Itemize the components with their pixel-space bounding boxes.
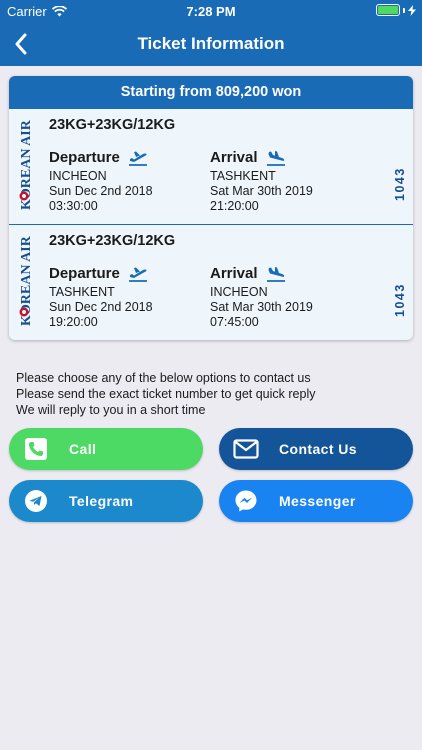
arrival-city: TASHKENT: [210, 169, 276, 183]
page-title: Ticket Information: [137, 34, 285, 53]
app-header: Carrier 7:28 PM Ticket Information: [0, 0, 422, 66]
contact-label: Contact Us: [279, 441, 357, 457]
departure-column: Departure TASHKENT Sun Dec 2nd 2018 19:2…: [49, 265, 209, 330]
baggage-allowance: 23KG+23KG/12KG: [49, 233, 176, 249]
telegram-icon: [23, 488, 49, 514]
status-bar: Carrier 7:28 PM: [0, 0, 422, 22]
contact-instructions: Please choose any of the below options t…: [16, 370, 315, 418]
contact-us-button[interactable]: Contact Us: [219, 428, 413, 470]
landing-icon: [266, 150, 285, 166]
arrival-column: Arrival TASHKENT Sat Mar 30th 2019 21:20…: [210, 149, 370, 214]
call-button[interactable]: Call: [9, 428, 203, 470]
departure-label: Departure: [49, 149, 120, 166]
messenger-icon: [233, 488, 259, 514]
departure-label: Departure: [49, 265, 120, 282]
price-header: Starting from 809,200 won: [9, 76, 413, 109]
departure-column: Departure INCHEON Sun Dec 2nd 2018 03:30…: [49, 149, 209, 214]
takeoff-icon: [128, 151, 147, 166]
departure-city: INCHEON: [49, 169, 107, 183]
charging-icon: [408, 4, 416, 16]
arrival-time: 07:45:00: [210, 315, 259, 329]
departure-time: 03:30:00: [49, 199, 98, 213]
arrival-label: Arrival: [210, 265, 258, 282]
messenger-label: Messenger: [279, 493, 356, 509]
departure-date: Sun Dec 2nd 2018: [49, 184, 153, 198]
status-time: 7:28 PM: [186, 4, 236, 19]
baggage-allowance: 23KG+23KG/12KG: [49, 117, 176, 133]
departure-time: 19:20:00: [49, 315, 98, 329]
arrival-time: 21:20:00: [210, 199, 259, 213]
ticket-card: Starting from 809,200 won KOREAN AIR 23K…: [9, 76, 413, 340]
korean-air-logo: KOREAN AIR: [19, 119, 34, 210]
arrival-date: Sat Mar 30th 2019: [210, 300, 313, 314]
telegram-label: Telegram: [69, 493, 134, 509]
nav-bar: Ticket Information: [0, 22, 422, 66]
arrival-city: INCHEON: [210, 285, 268, 299]
instruction-line: Please choose any of the below options t…: [16, 371, 311, 385]
arrival-column: Arrival INCHEON Sat Mar 30th 2019 07:45:…: [210, 265, 370, 330]
flight-number: 1043: [393, 283, 407, 317]
svg-text:1043: 1043: [393, 283, 407, 317]
korean-air-logo: KOREAN AIR: [19, 235, 34, 326]
messenger-button[interactable]: Messenger: [219, 480, 413, 522]
landing-icon: [266, 266, 285, 282]
takeoff-icon: [128, 267, 147, 282]
phone-icon: [23, 436, 49, 462]
flight-segment[interactable]: KOREAN AIR 23KG+23KG/12KG Departure INCH…: [9, 109, 413, 224]
telegram-button[interactable]: Telegram: [9, 480, 203, 522]
arrival-label: Arrival: [210, 149, 258, 166]
arrival-date: Sat Mar 30th 2019: [210, 184, 313, 198]
instruction-line: Please send the exact ticket number to g…: [16, 387, 316, 401]
svg-text:1043: 1043: [393, 167, 407, 201]
mail-icon: [233, 436, 259, 462]
flight-segment[interactable]: KOREAN AIR 23KG+23KG/12KG Departure TASH…: [9, 224, 413, 339]
flight-number: 1043: [393, 167, 407, 201]
call-label: Call: [69, 441, 97, 457]
battery-icon: [376, 4, 416, 16]
instruction-line: We will reply to you in a short time: [16, 403, 206, 417]
departure-date: Sun Dec 2nd 2018: [49, 300, 153, 314]
departure-city: TASHKENT: [49, 285, 115, 299]
